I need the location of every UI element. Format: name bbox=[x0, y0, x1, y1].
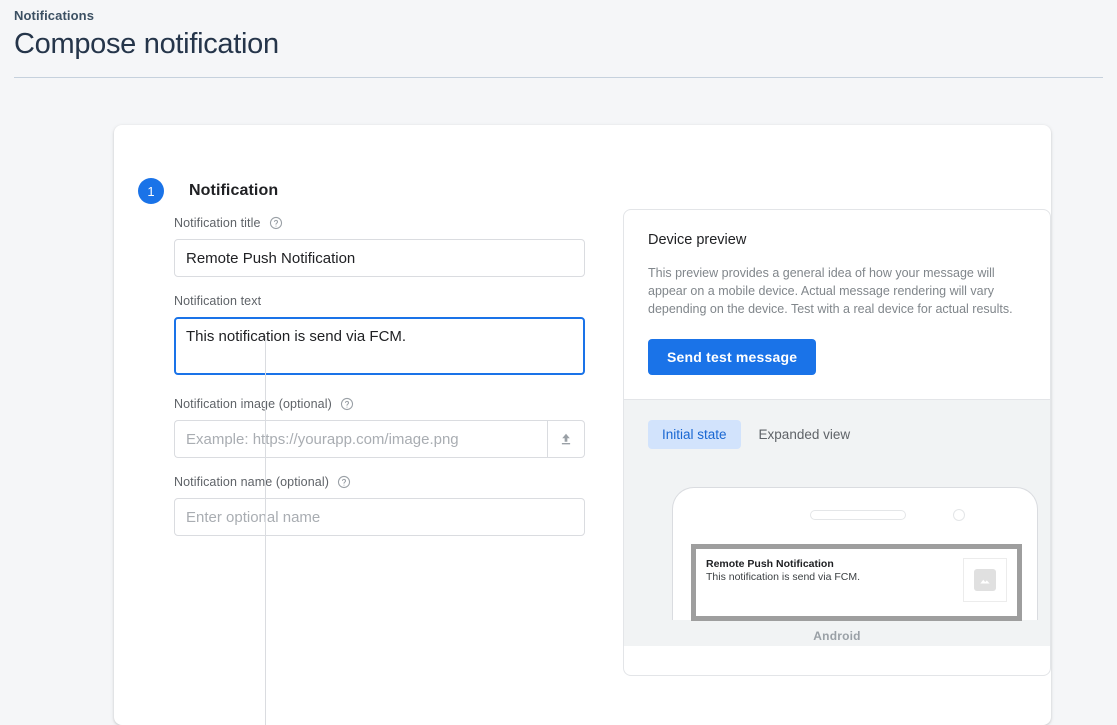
label-text: Notification image (optional) bbox=[174, 397, 332, 411]
step-body: Notification title Notification text bbox=[114, 209, 1051, 676]
field-notification-name: Notification name (optional) bbox=[174, 474, 585, 536]
preview-notification-card: Remote Push Notification This notificati… bbox=[691, 544, 1022, 621]
device-label-android: Android bbox=[813, 629, 861, 643]
preview-notification-title: Remote Push Notification bbox=[706, 558, 834, 570]
label-text: Notification title bbox=[174, 216, 261, 230]
notification-form: Notification title Notification text bbox=[174, 209, 585, 676]
step-title: Notification bbox=[189, 182, 279, 199]
notification-text-textarea[interactable] bbox=[174, 317, 585, 375]
field-notification-image: Notification image (optional) bbox=[174, 396, 585, 458]
header-divider bbox=[14, 77, 1103, 78]
compose-notification-card: 1 Notification Notification title Remote… bbox=[114, 125, 1051, 725]
page-header: Notifications Compose notification bbox=[0, 0, 1117, 78]
step-connector-line bbox=[265, 336, 266, 725]
step-header: 1 Notification bbox=[114, 125, 1051, 209]
notification-name-input[interactable] bbox=[174, 498, 585, 536]
help-circle-icon[interactable] bbox=[340, 397, 354, 411]
notification-image-input[interactable] bbox=[174, 420, 547, 458]
device-preview-panel: Device preview This preview provides a g… bbox=[623, 209, 1051, 676]
label-text: Notification text bbox=[174, 294, 262, 308]
preview-state-tabs: Initial state Expanded view bbox=[648, 420, 1026, 449]
preview-notification-thumbnail bbox=[963, 558, 1007, 602]
preview-notification-inner: Remote Push Notification This notificati… bbox=[696, 549, 1017, 616]
label-text: Notification name (optional) bbox=[174, 475, 329, 489]
notification-title-input[interactable] bbox=[174, 239, 585, 277]
device-preview-description: This preview provides a general idea of … bbox=[648, 266, 1013, 316]
page-title: Compose notification bbox=[14, 28, 279, 60]
phone-speaker-icon bbox=[810, 510, 906, 520]
breadcrumb[interactable]: Notifications bbox=[14, 8, 1103, 23]
field-notification-text: Notification text bbox=[174, 293, 585, 380]
device-preview-header: Device preview This preview provides a g… bbox=[624, 210, 1050, 399]
label-notification-title: Notification title bbox=[174, 215, 585, 231]
help-circle-icon[interactable] bbox=[337, 475, 351, 489]
tab-initial-state[interactable]: Initial state bbox=[648, 420, 741, 449]
tab-expanded-view[interactable]: Expanded view bbox=[745, 420, 865, 449]
label-notification-text: Notification text bbox=[174, 293, 585, 309]
image-placeholder-icon bbox=[974, 569, 996, 591]
send-test-message-button[interactable]: Send test message bbox=[648, 339, 817, 375]
preview-notification-text: Remote Push Notification This notificati… bbox=[706, 558, 957, 616]
device-preview-body: Initial state Expanded view Remote Push … bbox=[624, 399, 1050, 646]
device-preview-title: Device preview bbox=[648, 232, 747, 248]
upload-icon[interactable] bbox=[547, 420, 585, 458]
label-notification-name: Notification name (optional) bbox=[174, 474, 585, 490]
phone-camera-icon bbox=[953, 509, 965, 521]
step-number-badge: 1 bbox=[138, 178, 164, 204]
help-circle-icon[interactable] bbox=[269, 216, 283, 230]
field-notification-title: Notification title bbox=[174, 215, 585, 277]
device-preview-column: Device preview This preview provides a g… bbox=[623, 209, 1051, 676]
preview-notification-body: This notification is send via FCM. bbox=[706, 571, 861, 583]
notification-image-row bbox=[174, 420, 585, 458]
phone-mockup: Remote Push Notification This notificati… bbox=[672, 487, 1038, 621]
label-notification-image: Notification image (optional) bbox=[174, 396, 585, 412]
